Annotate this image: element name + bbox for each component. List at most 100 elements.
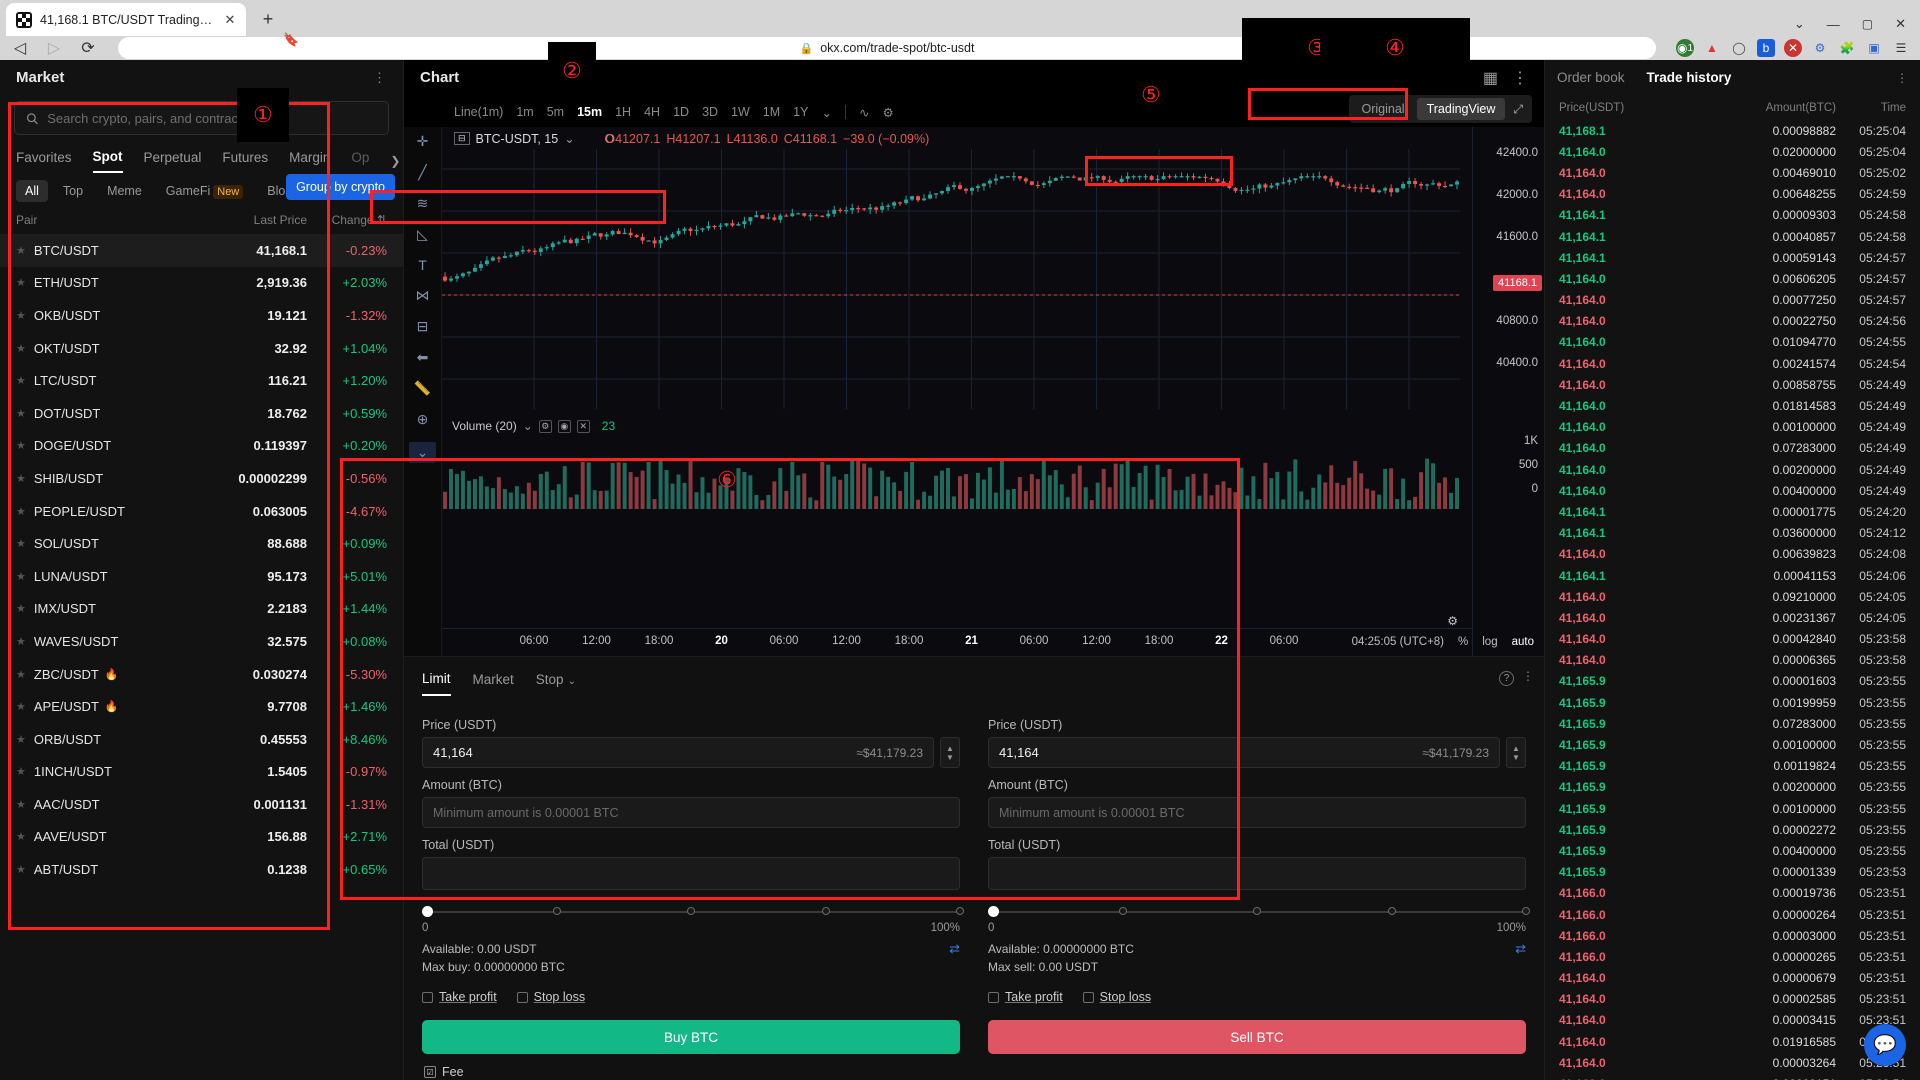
timeframe-1d[interactable]: 1D	[673, 105, 689, 119]
sell-slider-node-75[interactable]	[1387, 907, 1396, 915]
favorite-star-icon[interactable]: ★	[16, 276, 26, 289]
indicator-wave-icon[interactable]: ∿	[859, 105, 869, 120]
market-tab-futures[interactable]: Futures	[222, 150, 268, 172]
favorite-star-icon[interactable]: ★	[16, 700, 26, 713]
market-tab-options[interactable]: Op	[351, 150, 369, 172]
source-tradingview[interactable]: TradingView	[1416, 98, 1506, 120]
sell-amount-slider[interactable]	[988, 904, 1530, 920]
timeframe-1w[interactable]: 1W	[731, 105, 750, 119]
bookmark-icon[interactable]: 🔖	[283, 32, 299, 48]
favorite-star-icon[interactable]: ★	[16, 439, 26, 452]
buy-amount-input[interactable]: Minimum amount is 0.00001 BTC	[422, 797, 960, 828]
timeframe-1m[interactable]: 1M	[763, 105, 780, 119]
timeframe-4h[interactable]: 4H	[644, 105, 660, 119]
timeframe-1y[interactable]: 1Y	[793, 105, 808, 119]
sell-take-profit-checkbox[interactable]: Take profit	[988, 990, 1063, 1004]
favorite-star-icon[interactable]: ★	[16, 505, 26, 518]
favorite-star-icon[interactable]: ★	[16, 407, 26, 420]
help-icon[interactable]: ?	[1499, 671, 1514, 686]
search-input[interactable]	[47, 110, 377, 126]
zoom-in-icon[interactable]: ⊕	[417, 411, 429, 428]
crosshair-icon[interactable]: ✛	[417, 133, 429, 150]
buy-slider-node-75[interactable]	[821, 907, 830, 915]
timeframe-5m[interactable]: 5m	[547, 105, 564, 119]
sell-total-input[interactable]	[988, 857, 1526, 890]
timeframe-3d[interactable]: 3D	[702, 105, 718, 119]
market-row[interactable]: ★ OKT/USDT 32.92 +1.04%	[0, 332, 403, 365]
forward-icon[interactable]: ▷	[44, 38, 64, 58]
percent-scale-toggle[interactable]: %	[1458, 636, 1468, 648]
auto-scale-toggle[interactable]: auto	[1512, 636, 1534, 648]
long-short-icon[interactable]: ⊟	[417, 318, 429, 335]
buy-slider-node-50[interactable]	[687, 907, 695, 915]
favorite-star-icon[interactable]: ★	[16, 863, 26, 876]
category-meme[interactable]: Meme	[98, 180, 151, 202]
col-change[interactable]: Change ⇅	[307, 213, 387, 227]
market-tabs-next-icon[interactable]: ❯	[390, 154, 400, 168]
favorite-star-icon[interactable]: ★	[16, 309, 26, 322]
trendline-icon[interactable]: ╱	[418, 164, 426, 181]
volume-caret-icon[interactable]: ⌄	[523, 419, 533, 433]
favorite-star-icon[interactable]: ★	[16, 733, 26, 746]
magnet-icon[interactable]: ⬅	[417, 349, 429, 366]
sell-slider-node-100[interactable]	[1522, 907, 1530, 915]
transfer-icon[interactable]: ⇄	[949, 941, 960, 957]
category-gamefi[interactable]: GameFi New	[157, 180, 252, 202]
market-row[interactable]: ★ LUNA/USDT 95.173 +5.01%	[0, 560, 403, 593]
block-extension-icon[interactable]: ✕	[1784, 39, 1802, 57]
translate-icon[interactable]: ⚙	[1811, 39, 1829, 57]
favorite-star-icon[interactable]: ★	[16, 602, 26, 615]
order-tab-market[interactable]: Market	[473, 672, 514, 695]
market-row[interactable]: ★ SOL/USDT 88.688 +0.09%	[0, 527, 403, 560]
buy-price-stepper[interactable]: ▲ ▼	[940, 737, 960, 768]
favorite-star-icon[interactable]: ★	[16, 635, 26, 648]
log-scale-toggle[interactable]: log	[1482, 636, 1497, 648]
buy-stop-loss-checkbox[interactable]: Stop loss	[516, 990, 585, 1004]
warning-extension-icon[interactable]: ▲	[1703, 39, 1721, 57]
chart-settings-icon[interactable]: ⚙	[1447, 614, 1458, 628]
source-original[interactable]: Original	[1352, 98, 1415, 120]
buy-amount-slider[interactable]	[422, 904, 964, 920]
favorite-star-icon[interactable]: ★	[16, 472, 26, 485]
sell-slider-node-25[interactable]	[1118, 907, 1127, 915]
window-close-icon[interactable]: ✕	[1895, 16, 1906, 32]
order-tab-limit[interactable]: Limit	[422, 671, 451, 696]
user-profile-icon[interactable]: ◯	[1730, 39, 1748, 57]
market-row[interactable]: ★ 1INCH/USDT 1.5405 -0.97%	[0, 756, 403, 789]
timeframe-15m[interactable]: 15m	[577, 105, 602, 119]
favorite-star-icon[interactable]: ★	[16, 244, 26, 257]
market-row[interactable]: ★ ABT/USDT 0.1238 +0.65%	[0, 853, 403, 886]
sell-slider-knob[interactable]	[988, 906, 999, 917]
tab-order-book[interactable]: Order book	[1557, 70, 1625, 85]
gear-icon[interactable]: ⚙	[882, 105, 893, 120]
back-icon[interactable]: ◁	[10, 38, 30, 58]
buy-slider-node-25[interactable]	[552, 907, 561, 915]
collapse-toolbar-icon[interactable]: ⌄	[408, 442, 437, 463]
symbol-caret-icon[interactable]: ⌄	[564, 131, 574, 146]
favorite-star-icon[interactable]: ★	[16, 668, 26, 681]
price-axis[interactable]: 42400.0 42000.0 41600.0 40800.0 40400.0 41168…	[1472, 127, 1544, 656]
ruler-icon[interactable]: 📏	[414, 380, 431, 397]
favorite-star-icon[interactable]: ★	[16, 765, 26, 778]
favorite-star-icon[interactable]: ★	[16, 798, 26, 811]
buy-total-input[interactable]	[422, 857, 960, 890]
buy-take-profit-checkbox[interactable]: Take profit	[422, 990, 497, 1004]
market-row[interactable]: ★ WAVES/USDT 32.575 +0.08%	[0, 625, 403, 658]
group-by-crypto-button[interactable]: Group by crypto	[286, 174, 395, 200]
market-row[interactable]: ★ ORB/USDT 0.45553 +8.46%	[0, 723, 403, 756]
volume-visibility-icon[interactable]: ◉	[557, 419, 571, 433]
layout-grid-icon[interactable]: ▦	[1483, 68, 1498, 88]
bitwarden-icon[interactable]: b	[1757, 39, 1775, 57]
market-row[interactable]: ★ OKB/USDT 19.121 -1.32%	[0, 299, 403, 332]
reload-icon[interactable]: ⟳	[78, 38, 98, 58]
favorite-star-icon[interactable]: ★	[16, 570, 26, 583]
transfer-icon[interactable]: ⇄	[1515, 941, 1526, 957]
volume-settings-icon[interactable]: ⚙	[538, 419, 552, 433]
chart-symbol[interactable]: BTC-USDT, 15	[476, 132, 559, 146]
market-tab-margin[interactable]: Margin	[289, 150, 330, 172]
sell-price-input[interactable]: 41,164 ≈$41,179.23	[988, 737, 1500, 768]
chart-menu-icon[interactable]: ⋮	[1512, 68, 1528, 88]
market-tab-spot[interactable]: Spot	[92, 149, 123, 173]
buy-price-input[interactable]: 41,164 ≈$41,179.23	[422, 737, 934, 768]
order-panel-menu-icon[interactable]: ⋮	[1522, 669, 1534, 683]
